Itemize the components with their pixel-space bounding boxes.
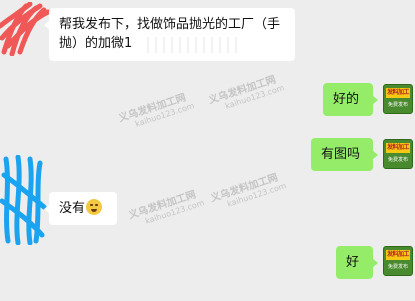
avatar-badge-top: 发料加工 [386, 143, 410, 153]
message-text: 有图吗 [321, 147, 361, 162]
avatar-self[interactable]: 发料加工 免费发布 [383, 246, 413, 276]
watermark-url: kaihuo123.com [144, 198, 206, 226]
chat-window: 义乌发料加工网 kaihuo123.com 义乌发料加工网 kaihuo123.… [0, 0, 415, 301]
avatar-badge-top: 发料加工 [386, 250, 410, 260]
crying-face-icon [86, 199, 103, 215]
message-bubble-outgoing: 好的 [323, 83, 378, 116]
avatar-contact[interactable] [2, 6, 32, 36]
watermark: 义乌发料加工网 kaihuo123.com [116, 87, 195, 133]
avatar-badge-bottom: 免费发布 [387, 102, 408, 108]
watermark: 义乌发料加工网 kaihuo123.com [206, 69, 285, 115]
avatar-badge-bottom: 免费发布 [387, 264, 408, 270]
message-text: 好 [346, 255, 360, 270]
redaction-block [141, 37, 241, 53]
message-text: 帮我发布下，找做饰品抛光的工厂（手 [59, 17, 281, 32]
message-text: 没有 [59, 201, 86, 216]
watermark-title: 义乌发料加工网 [207, 74, 278, 107]
avatar-badge-bottom: 免费发布 [387, 157, 408, 163]
message-bubble-outgoing: 有图吗 [311, 138, 378, 171]
avatar-self[interactable]: 发料加工 免费发布 [383, 84, 413, 114]
message-bubble-incoming: 没有 [44, 192, 117, 225]
watermark-title: 义乌发料加工网 [117, 92, 188, 125]
watermark-url: kaihuo123.com [134, 101, 196, 129]
watermark: 义乌发料加工网 kaihuo123.com [126, 184, 205, 230]
watermark-title: 义乌发料加工网 [209, 172, 280, 205]
message-text: 好的 [333, 92, 360, 107]
message-bubble-outgoing: 好 [336, 246, 378, 279]
avatar-badge-top: 发料加工 [386, 88, 410, 98]
message-bubble-incoming: 帮我发布下，找做饰品抛光的工厂（手 抛）的加微1 [44, 8, 295, 61]
watermark: 义乌发料加工网 kaihuo123.com [208, 167, 287, 213]
watermark-title: 义乌发料加工网 [127, 189, 198, 222]
redaction-scribble-blue [0, 155, 47, 245]
avatar-self[interactable]: 发料加工 免费发布 [383, 139, 413, 169]
watermark-url: kaihuo123.com [226, 181, 288, 209]
watermark-url: kaihuo123.com [224, 83, 286, 111]
